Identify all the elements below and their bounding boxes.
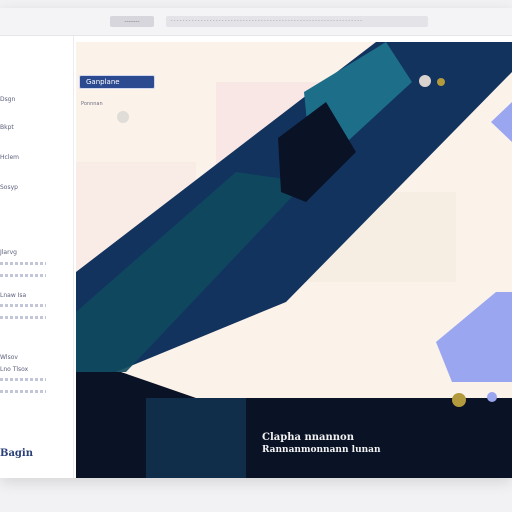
address-bar[interactable]: ----------------------------------------…: [166, 16, 428, 27]
sidebar-item-4[interactable]: Sosyp: [0, 184, 18, 191]
sidebar-item-7[interactable]: Wlsov: [0, 354, 18, 361]
sidebar-item-detail: [0, 274, 46, 277]
hero-caption: Clapha nnannon Rannanmonnann lunan: [262, 432, 381, 455]
sidebar-item-detail: [0, 390, 46, 393]
hero-subtitle: Ponnnan: [81, 101, 103, 107]
hero-artwork: [76, 42, 512, 478]
decor-dot: [419, 75, 431, 87]
sidebar-item-8[interactable]: Lno Tlsox: [0, 366, 28, 373]
sidebar-item-1[interactable]: Dsgn: [0, 96, 15, 103]
decor-dot: [117, 111, 129, 123]
app-window: ------- --------------------------------…: [0, 8, 512, 478]
sidebar-item-detail: [0, 262, 46, 265]
sidebar-item-detail: [0, 316, 46, 319]
sidebar: Dsgn Bkpt Hclem Sosyp Jlarvg Lnaw Isa Wl…: [0, 36, 74, 478]
sidebar-item-6[interactable]: Lnaw Isa: [0, 292, 26, 299]
browser-tab[interactable]: -------: [110, 16, 154, 27]
hero-canvas: Ganplane Ponnnan Clapha nnannon Rannanmo…: [76, 42, 512, 478]
sidebar-item-3[interactable]: Hclem: [0, 154, 19, 161]
brand-logo[interactable]: Bagin: [0, 448, 33, 459]
teal-footer-shape: [146, 398, 246, 478]
decor-dot: [437, 78, 445, 86]
sidebar-item-detail: [0, 378, 46, 381]
caption-line-1: Clapha nnannon: [262, 432, 354, 443]
caption-line-2: Rannanmonnann lunan: [262, 445, 381, 455]
title-bar: ------- --------------------------------…: [0, 8, 512, 36]
decor-dot: [487, 392, 497, 402]
hero-cta-button[interactable]: Ganplane: [79, 75, 155, 89]
sidebar-item-detail: [0, 304, 46, 307]
sidebar-item-5[interactable]: Jlarvg: [0, 249, 17, 256]
sidebar-item-2[interactable]: Bkpt: [0, 124, 14, 131]
decor-dot: [452, 393, 466, 407]
